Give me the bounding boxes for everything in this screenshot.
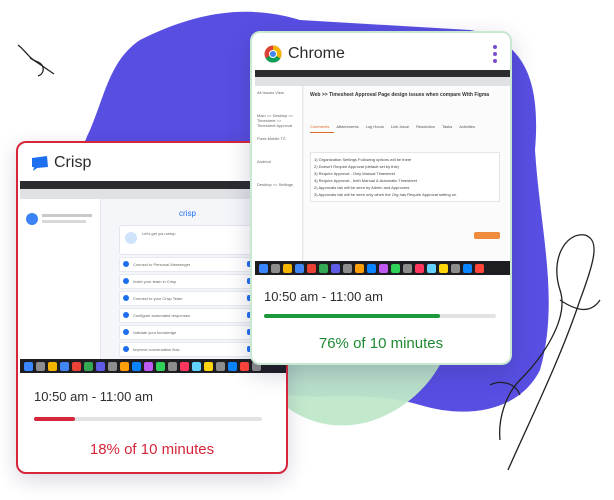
issue-tab[interactable]: Link Issue <box>391 124 409 129</box>
mac-menubar <box>20 181 286 189</box>
task-icon <box>123 346 129 352</box>
chrome-activity-card[interactable]: Chrome All Issues View Main >> Desktop >>… <box>250 31 512 365</box>
chrome-screenshot[interactable]: All Issues View Main >> Desktop >> Timesh… <box>255 70 510 275</box>
task-icon <box>123 329 129 335</box>
crisp-app-name: Crisp <box>54 154 92 171</box>
crisp-task-item[interactable]: Improve conversation flow <box>119 342 269 357</box>
comment-line: 3) Approvals tab will be seen only when … <box>314 192 457 197</box>
task-icon <box>123 295 129 301</box>
task-icon <box>123 278 129 284</box>
issue-tab[interactable]: Attachments <box>336 124 358 129</box>
comment-line: 4) Require Approval - both Manual & Auto… <box>314 178 417 183</box>
crisp-progress-track <box>34 417 262 421</box>
crisp-card-header: Crisp <box>18 143 286 183</box>
crisp-task-item[interactable]: Connect to Personal Messenger <box>119 257 269 272</box>
chrome-progress-track <box>264 314 496 318</box>
issue-detail: Web >> Timesheet Approval Page design is… <box>304 86 510 261</box>
crisp-progress-fill <box>34 417 76 421</box>
issue-tabs: Comments Attachments Log Hours Link Issue Re… <box>310 124 475 129</box>
crisp-activity-card[interactable]: Crisp crisp Let's get you setup Connect … <box>16 141 288 474</box>
kebab-menu-icon[interactable] <box>492 45 498 66</box>
issue-sidebar: All Issues View Main >> Desktop >> Timesh… <box>255 86 303 261</box>
mac-dock <box>255 261 510 275</box>
task-icon <box>123 312 129 318</box>
chrome-card-header: Chrome <box>252 33 510 73</box>
chrome-progress-fill <box>264 314 441 318</box>
sidebar-item[interactable]: Fixes Mobile TS <box>255 136 302 151</box>
issue-tab[interactable]: Tasks <box>442 124 452 129</box>
issue-tab[interactable]: Comments <box>310 124 329 129</box>
sidebar-item[interactable]: Main >> Desktop >> Timesheet >> Timeshee… <box>255 113 302 128</box>
crisp-task-label: Connect to Personal Messenger <box>133 262 191 267</box>
mac-menubar <box>255 70 510 77</box>
crisp-task-label: Configure automated responses <box>133 313 190 318</box>
sidebar-item[interactable]: Desktop >> Settings <box>255 182 302 197</box>
sidebar-item[interactable]: All Issues View <box>255 90 302 105</box>
crisp-chat-icon <box>32 156 48 171</box>
crisp-task-item[interactable]: Configure automated responses <box>119 308 269 323</box>
avatar <box>26 213 38 225</box>
comment-line: 3) Require Approval - Only Manual Timesh… <box>314 171 395 176</box>
crisp-task-label: Validate your knowledge <box>133 330 177 335</box>
crisp-welcome-box: Let's get you setup <box>119 225 271 255</box>
issue-tab[interactable]: Resolution <box>416 124 435 129</box>
crisp-task-item[interactable]: Validate your knowledge <box>119 325 269 340</box>
task-icon <box>123 261 129 267</box>
crisp-progress-label: 18% of 10 minutes <box>89 441 215 458</box>
crisp-brand: crisp <box>179 209 196 218</box>
issue-comment-editor[interactable]: 1) Organization Settings Following optio… <box>310 152 500 202</box>
comment-line: 2) Doesn't Require Approval (default set… <box>314 164 399 169</box>
crisp-task-item[interactable]: Connect to your Crisp Team <box>119 291 269 306</box>
chrome-time-range: 10:50 am - 11:00 am <box>264 289 383 304</box>
crisp-task-list: Connect to Personal Messenger Invite your… <box>119 257 269 359</box>
chrome-progress-label: 76% of 10 minutes <box>318 335 444 352</box>
browser-tabbar <box>20 189 286 199</box>
crisp-inbox-panel <box>20 199 101 359</box>
sidebar-item[interactable]: Andriod <box>255 159 302 174</box>
issue-tab[interactable]: Log Hours <box>366 124 384 129</box>
chrome-logo-icon <box>264 45 282 63</box>
mac-dock <box>20 359 286 373</box>
issue-title: Web >> Timesheet Approval Page design is… <box>310 92 490 98</box>
comment-line: 2) Approvals tab will be seen by Admin a… <box>314 185 410 190</box>
scribble-topleft <box>17 44 55 77</box>
submit-button[interactable] <box>474 232 500 239</box>
crisp-task-label: Improve conversation flow <box>133 347 180 352</box>
comment-line: 1) Organization Settings Following optio… <box>314 157 412 162</box>
crisp-task-item[interactable]: Invite your team in Crisp <box>119 274 269 289</box>
issue-tab[interactable]: Activities <box>459 124 475 129</box>
crisp-screenshot[interactable]: crisp Let's get you setup Connect to Per… <box>20 181 286 373</box>
crisp-task-label: Invite your team in Crisp <box>133 279 177 284</box>
crisp-task-label: Connect to your Crisp Team <box>133 296 183 301</box>
crisp-time-range: 10:50 am - 11:00 am <box>34 389 153 404</box>
chrome-app-name: Chrome <box>288 45 345 62</box>
browser-tabbar <box>255 77 510 86</box>
